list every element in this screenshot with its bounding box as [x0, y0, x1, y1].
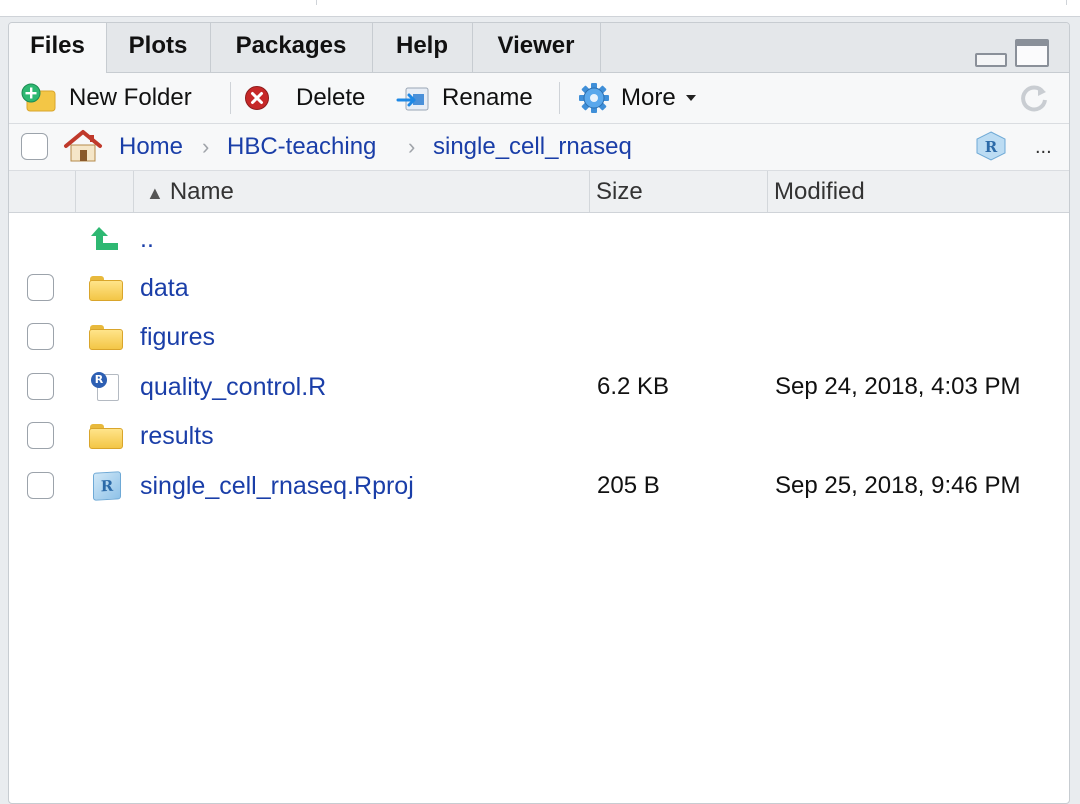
row-checkbox[interactable]: [27, 373, 54, 400]
tab-bar: Files Plots Packages Help Viewer: [9, 23, 1069, 73]
toolbar-divider: [230, 82, 231, 114]
svg-text:R: R: [985, 138, 998, 156]
toolbar-divider: [559, 82, 560, 114]
rename-button[interactable]: Rename: [396, 73, 533, 123]
up-arrow-icon: [89, 224, 123, 254]
delete-icon: [244, 85, 270, 111]
file-name-link[interactable]: single_cell_rnaseq.Rproj: [140, 461, 414, 511]
new-folder-label: New Folder: [69, 84, 192, 111]
sort-ascending-icon: ▲: [146, 183, 164, 203]
chevron-down-icon: [685, 95, 696, 101]
folder-icon: [89, 424, 123, 449]
new-folder-button[interactable]: New Folder: [21, 73, 192, 123]
rproj-file-icon: R: [91, 471, 123, 501]
breadcrumb-item-hbc-teaching[interactable]: HBC-teaching: [227, 124, 376, 170]
breadcrumb-home[interactable]: Home: [119, 124, 183, 170]
tab-plots[interactable]: Plots: [106, 23, 211, 72]
column-name[interactable]: ▲ Name: [133, 171, 589, 212]
maximize-pane-button[interactable]: [1015, 39, 1049, 67]
column-icon: [75, 171, 133, 212]
file-modified: Sep 24, 2018, 4:03 PM: [775, 373, 1021, 400]
file-name-link[interactable]: results: [140, 411, 214, 461]
tab-help[interactable]: Help: [372, 23, 473, 72]
row-checkbox[interactable]: [27, 472, 54, 499]
breadcrumb-separator: ›: [202, 134, 210, 159]
column-size-label: Size: [596, 178, 643, 205]
upper-pane-divider: [6, 0, 317, 5]
file-row[interactable]: R single_cell_rnaseq.Rproj 205 B Sep 25,…: [9, 461, 1069, 511]
rename-icon: [396, 83, 432, 113]
row-checkbox[interactable]: [27, 274, 54, 301]
file-size: 6.2 KB: [597, 373, 670, 400]
parent-directory-row[interactable]: ..: [9, 214, 1069, 264]
tab-packages[interactable]: Packages: [210, 23, 373, 72]
file-row[interactable]: data: [9, 263, 1069, 313]
refresh-icon[interactable]: [1017, 81, 1051, 115]
folder-icon: [89, 325, 123, 350]
column-name-label: Name: [169, 178, 234, 205]
gear-icon: [577, 81, 611, 115]
file-row[interactable]: figures: [9, 312, 1069, 362]
home-icon[interactable]: [62, 129, 104, 163]
delete-label: Delete: [296, 84, 366, 111]
file-row[interactable]: results: [9, 411, 1069, 461]
r-script-icon: R: [91, 372, 121, 402]
files-toolbar: New Folder Delete Rename More: [9, 73, 1069, 124]
column-modified[interactable]: Modified: [767, 171, 1069, 212]
file-modified: Sep 25, 2018, 9:46 PM: [775, 472, 1021, 499]
more-menu-button[interactable]: More: [577, 73, 696, 123]
breadcrumb-separator: ›: [408, 134, 416, 159]
row-checkbox[interactable]: [27, 323, 54, 350]
column-size[interactable]: Size: [589, 171, 767, 212]
select-all-checkbox[interactable]: [21, 133, 48, 160]
file-row[interactable]: R quality_control.R 6.2 KB Sep 24, 2018,…: [9, 362, 1069, 412]
row-checkbox[interactable]: [27, 422, 54, 449]
upper-pane-divider-right: [1066, 0, 1069, 5]
breadcrumb-item-single-cell-rnaseq[interactable]: single_cell_rnaseq: [433, 124, 632, 170]
more-label: More: [621, 84, 676, 111]
minimize-pane-button[interactable]: [975, 53, 1007, 67]
tab-files[interactable]: Files: [9, 23, 107, 73]
folder-icon: [89, 276, 123, 301]
tab-viewer[interactable]: Viewer: [472, 23, 601, 72]
column-modified-label: Modified: [774, 178, 865, 205]
file-list-header: ▲ Name Size Modified: [9, 171, 1069, 213]
rproj-icon[interactable]: R: [974, 130, 1008, 162]
breadcrumb: Home › HBC-teaching › single_cell_rnaseq…: [9, 124, 1069, 171]
file-name-link[interactable]: quality_control.R: [140, 362, 326, 412]
more-options-button[interactable]: ...: [1035, 124, 1052, 170]
delete-button[interactable]: Delete: [244, 73, 365, 123]
rename-label: Rename: [442, 84, 533, 111]
file-name-link[interactable]: figures: [140, 312, 215, 362]
file-size: 205 B: [597, 472, 660, 499]
parent-directory-link[interactable]: ..: [140, 214, 154, 264]
file-name-link[interactable]: data: [140, 263, 189, 313]
upper-pane-edge: [0, 0, 1080, 17]
files-pane: Files Plots Packages Help Viewer New Fol…: [8, 22, 1070, 804]
new-folder-icon: [21, 83, 57, 113]
